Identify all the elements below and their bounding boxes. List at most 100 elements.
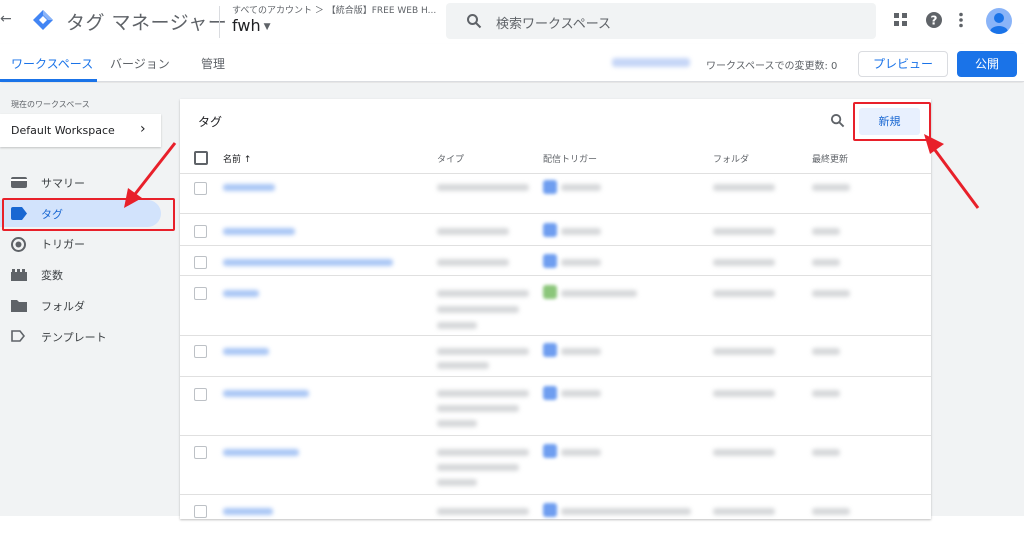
template-icon	[11, 330, 25, 342]
select-all-checkbox[interactable]	[194, 151, 208, 165]
chevron-right-icon: ›	[140, 121, 146, 137]
tab-bar: ワークスペース バージョン 管理 ワークスペースでの変更数: 0 プレビュー 公…	[0, 44, 1024, 82]
tag-name-blurred[interactable]	[223, 348, 269, 355]
workspace-name: Default Workspace	[11, 124, 115, 137]
column-header-name[interactable]: 名前 ↑	[223, 152, 251, 165]
tags-panel: タグ 新規 名前 ↑ タイプ 配信トリガー フォルダ 最終更新	[180, 99, 931, 519]
tag-type-blurred	[437, 449, 529, 456]
tab-admin[interactable]: 管理	[201, 55, 225, 72]
row-checkbox[interactable]	[194, 345, 207, 358]
svg-text:?: ?	[931, 14, 938, 28]
row-checkbox[interactable]	[194, 446, 207, 459]
trigger-chip-icon	[543, 285, 557, 299]
sidebar-item-templates[interactable]: テンプレート	[0, 323, 161, 350]
sidebar-item-label: サマリー	[41, 177, 85, 190]
tag-name-blurred[interactable]	[223, 228, 295, 235]
tag-name-blurred[interactable]	[223, 259, 393, 266]
tab-workspace[interactable]: ワークスペース	[11, 55, 93, 72]
row-checkbox[interactable]	[194, 388, 207, 401]
tab-versions[interactable]: バージョン	[110, 55, 170, 72]
modified-blurred	[812, 449, 840, 456]
row-divider	[180, 245, 931, 246]
sidebar-item-triggers[interactable]: トリガー	[0, 230, 161, 257]
column-header-folder[interactable]: フォルダ	[713, 152, 749, 165]
current-workspace-label: 現在のワークスペース	[11, 100, 90, 109]
column-header-trigger[interactable]: 配信トリガー	[543, 152, 597, 165]
tag-name-blurred[interactable]	[223, 184, 275, 191]
tag-type-blurred	[437, 290, 529, 297]
tag-type-blurred	[437, 390, 529, 397]
active-tab-indicator	[0, 79, 97, 82]
trigger-chip-icon	[543, 254, 557, 268]
tag-type-blurred	[437, 184, 529, 191]
tag-name-blurred[interactable]	[223, 449, 299, 456]
folder-blurred	[713, 259, 775, 266]
apps-grid-icon[interactable]	[894, 13, 908, 27]
gtm-logo-icon[interactable]	[32, 9, 54, 31]
column-header-type[interactable]: タイプ	[437, 152, 464, 165]
trigger-chip-icon	[543, 223, 557, 237]
workspace-status-blurred	[612, 58, 690, 67]
account-avatar-icon[interactable]	[986, 8, 1012, 34]
sidebar-item-label: トリガー	[41, 238, 85, 251]
sidebar-item-label: テンプレート	[41, 331, 107, 344]
trigger-chip-icon	[543, 444, 557, 458]
panel-search-icon[interactable]	[830, 113, 845, 128]
caret-down-icon: ▼	[263, 22, 271, 32]
panel-title: タグ	[198, 115, 223, 129]
trigger-chip-icon	[543, 180, 557, 194]
trigger-name-blurred	[561, 290, 637, 297]
modified-blurred	[812, 390, 840, 397]
preview-button[interactable]: プレビュー	[858, 51, 948, 77]
row-divider	[180, 275, 931, 276]
folder-icon	[11, 300, 27, 312]
row-divider	[180, 376, 931, 377]
publish-button[interactable]: 公開	[957, 51, 1017, 77]
trigger-chip-icon	[543, 503, 557, 517]
tag-type-blurred	[437, 405, 519, 412]
back-arrow-icon[interactable]: ←	[0, 11, 14, 27]
sidebar-item-folders[interactable]: フォルダ	[0, 292, 161, 319]
row-checkbox[interactable]	[194, 225, 207, 238]
sidebar-item-label: フォルダ	[41, 300, 85, 313]
tag-type-blurred	[437, 306, 519, 313]
container-selector[interactable]: fwh ▼	[232, 16, 271, 35]
tag-type-blurred	[437, 420, 477, 427]
tag-type-blurred	[437, 362, 489, 369]
row-divider	[180, 435, 931, 436]
tag-name-blurred[interactable]	[223, 508, 273, 515]
row-checkbox[interactable]	[194, 256, 207, 269]
tag-name-blurred[interactable]	[223, 290, 259, 297]
modified-blurred	[812, 348, 840, 355]
more-vert-icon[interactable]	[958, 12, 964, 28]
sidebar-item-label: 変数	[41, 269, 63, 282]
row-checkbox[interactable]	[194, 287, 207, 300]
modified-blurred	[812, 290, 850, 297]
sidebar-item-variables[interactable]: 変数	[0, 261, 161, 288]
row-divider	[180, 494, 931, 495]
row-checkbox[interactable]	[194, 505, 207, 518]
folder-blurred	[713, 449, 775, 456]
trigger-name-blurred	[561, 228, 601, 235]
tag-name-blurred[interactable]	[223, 390, 309, 397]
tag-type-blurred	[437, 508, 529, 515]
folder-blurred	[713, 228, 775, 235]
workspace-search-input[interactable]: 検索ワークスペース	[446, 3, 876, 39]
trigger-name-blurred	[561, 184, 601, 191]
help-icon[interactable]: ?	[925, 11, 943, 29]
trigger-name-blurred	[561, 390, 601, 397]
top-bar: ← タグ マネージャー すべてのアカウント ＞ 【統合版】FREE WEB H.…	[0, 0, 1024, 44]
tag-type-blurred	[437, 479, 477, 486]
account-breadcrumb[interactable]: すべてのアカウント ＞ 【統合版】FREE WEB H...	[232, 3, 436, 16]
tag-type-blurred	[437, 322, 477, 329]
trigger-chip-icon	[543, 343, 557, 357]
row-checkbox[interactable]	[194, 182, 207, 195]
column-header-modified[interactable]: 最終更新	[812, 152, 848, 165]
row-divider	[180, 213, 931, 214]
folder-blurred	[713, 508, 775, 515]
trigger-chip-icon	[543, 386, 557, 400]
annotation-arrow-new	[924, 134, 980, 209]
folder-blurred	[713, 348, 775, 355]
row-divider	[180, 335, 931, 336]
workspace-change-count: ワークスペースでの変更数: 0	[706, 61, 838, 72]
